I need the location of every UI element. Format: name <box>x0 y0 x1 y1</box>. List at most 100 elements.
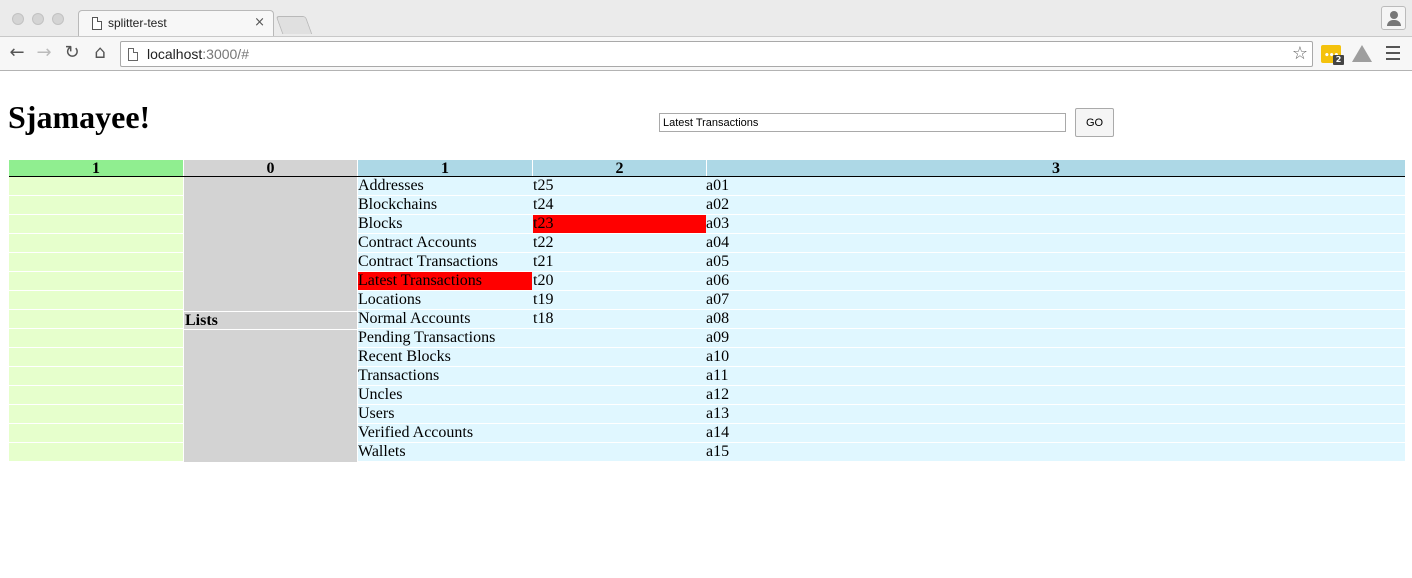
search-input[interactable] <box>659 113 1066 132</box>
account-item[interactable]: a06 <box>706 272 1405 290</box>
account-item[interactable]: a11 <box>706 367 1405 385</box>
list-item[interactable]: Users <box>358 405 532 423</box>
transaction-item <box>533 348 706 366</box>
list-item[interactable]: Recent Blocks <box>358 348 532 366</box>
account-item[interactable]: a02 <box>706 196 1405 214</box>
transaction-item[interactable]: t21 <box>533 253 706 271</box>
account-item[interactable]: a05 <box>706 253 1405 271</box>
account-item[interactable]: a03 <box>706 215 1405 233</box>
browser-tab[interactable]: splitter-test × <box>78 10 274 37</box>
table-row: Users a13 <box>9 405 1405 424</box>
transaction-item[interactable]: t22 <box>533 234 706 252</box>
transaction-item <box>533 329 706 347</box>
column-1-cell <box>9 367 183 386</box>
lists-label[interactable]: Lists <box>184 311 357 330</box>
account-item[interactable]: a04 <box>706 234 1405 252</box>
account-item[interactable]: a14 <box>706 424 1405 442</box>
table-row: Uncles a12 <box>9 386 1405 405</box>
list-item[interactable]: Pending Transactions <box>358 329 532 347</box>
table-row: Locations t19 a07 <box>9 291 1405 310</box>
table-row: Transactions a11 <box>9 367 1405 386</box>
table-row: Addresses t25 a01 <box>9 177 1405 196</box>
column-header[interactable]: 2 <box>533 160 706 177</box>
account-item[interactable]: a12 <box>706 386 1405 404</box>
zoom-window-button[interactable] <box>52 13 64 25</box>
list-item[interactable]: Uncles <box>358 386 532 404</box>
transaction-item <box>533 424 706 442</box>
transaction-item[interactable]: t18 <box>533 310 706 328</box>
list-item[interactable]: Transactions <box>358 367 532 385</box>
list-item[interactable]: Addresses <box>358 177 532 195</box>
account-item[interactable]: a13 <box>706 405 1405 423</box>
account-item[interactable]: a07 <box>706 291 1405 309</box>
transaction-item <box>533 367 706 385</box>
table-row: Contract Accounts t22 a04 <box>9 234 1405 253</box>
back-arrow-icon[interactable]: ← <box>7 42 27 64</box>
list-item[interactable]: Blocks <box>358 215 532 233</box>
column-header[interactable]: 0 <box>184 160 357 177</box>
transaction-item[interactable]: t23 <box>533 215 706 233</box>
tab-title: splitter-test <box>108 16 167 30</box>
account-item[interactable]: a01 <box>706 177 1405 195</box>
list-item[interactable]: Locations <box>358 291 532 309</box>
profile-button[interactable] <box>1381 6 1406 30</box>
column-header[interactable]: 3 <box>707 160 1405 177</box>
column-1-cell <box>9 443 183 462</box>
transaction-item <box>533 405 706 423</box>
browser-tab-strip: splitter-test × <box>0 0 1412 37</box>
address-bar[interactable]: localhost:3000/# ☆ <box>120 41 1313 67</box>
table-row: Normal Accounts t18 a08 <box>9 310 1405 329</box>
reload-icon[interactable]: ↻ <box>62 42 82 64</box>
table-row: Wallets a15 <box>9 443 1405 462</box>
list-item[interactable]: Latest Transactions <box>358 272 532 290</box>
account-item[interactable]: a10 <box>706 348 1405 366</box>
transaction-item[interactable]: t25 <box>533 177 706 195</box>
go-button[interactable]: GO <box>1075 108 1114 137</box>
close-window-button[interactable] <box>12 13 24 25</box>
page-title: Sjamayee! <box>8 99 151 135</box>
home-icon[interactable]: ⌂ <box>90 42 110 64</box>
extension-badge: 2 <box>1333 55 1344 65</box>
forward-arrow-icon[interactable]: → <box>34 42 54 64</box>
transaction-item[interactable]: t20 <box>533 272 706 290</box>
account-item[interactable]: a15 <box>706 443 1405 461</box>
url-text: localhost:3000/# <box>147 46 249 62</box>
column-1-cell <box>9 253 183 272</box>
browser-toolbar: ← → ↻ ⌂ localhost:3000/# ☆ ••• 2 <box>0 36 1412 71</box>
column-1-cell <box>9 177 183 196</box>
minimize-window-button[interactable] <box>32 13 44 25</box>
list-item[interactable]: Wallets <box>358 443 532 461</box>
transaction-item[interactable]: t19 <box>533 291 706 309</box>
column-1-cell <box>9 424 183 443</box>
menu-icon[interactable] <box>1386 46 1400 64</box>
page-info-icon <box>128 48 138 61</box>
list-item[interactable]: Normal Accounts <box>358 310 532 328</box>
account-item[interactable]: a09 <box>706 329 1405 347</box>
person-icon <box>1390 11 1398 19</box>
document-icon <box>92 17 102 30</box>
table-row: Latest Transactions t20 a06 <box>9 272 1405 291</box>
new-tab-button[interactable] <box>275 16 313 34</box>
column-1-cell <box>9 386 183 405</box>
drive-icon[interactable] <box>1352 45 1372 62</box>
transaction-item <box>533 443 706 461</box>
list-item[interactable]: Contract Accounts <box>358 234 532 252</box>
account-item[interactable]: a08 <box>706 310 1405 328</box>
column-1-cell <box>9 215 183 234</box>
table-row: Pending Transactions a09 <box>9 329 1405 348</box>
transaction-item <box>533 386 706 404</box>
column-1-cell <box>9 310 183 329</box>
transaction-item[interactable]: t24 <box>533 196 706 214</box>
bookmark-star-icon[interactable]: ☆ <box>1292 43 1308 64</box>
table-row: Verified Accounts a14 <box>9 424 1405 443</box>
column-1-cell <box>9 329 183 348</box>
list-item[interactable]: Verified Accounts <box>358 424 532 442</box>
table-row: Blocks t23 a03 <box>9 215 1405 234</box>
column-header[interactable]: 1 <box>9 160 183 177</box>
tab-close-icon[interactable]: × <box>254 15 265 30</box>
extension-icon[interactable]: ••• 2 <box>1321 45 1344 65</box>
table-row: Blockchains t24 a02 <box>9 196 1405 215</box>
list-item[interactable]: Contract Transactions <box>358 253 532 271</box>
column-header[interactable]: 1 <box>358 160 532 177</box>
list-item[interactable]: Blockchains <box>358 196 532 214</box>
